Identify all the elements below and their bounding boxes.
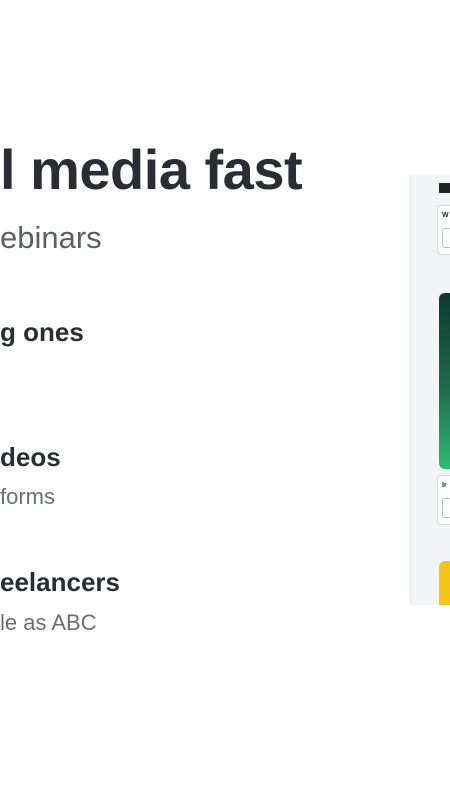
preview-card-input — [442, 228, 450, 248]
feature-3-desc: le as ABC — [0, 610, 97, 635]
preview-video-thumbnail — [439, 293, 450, 469]
preview-card-label: Ir — [442, 482, 447, 489]
preview-card-input — [442, 498, 450, 518]
preview-card: Ir — [437, 475, 450, 525]
feature-2-desc: forms — [0, 484, 55, 509]
preview-card-label: W — [442, 212, 449, 219]
app-preview-mockup: W Ir — [410, 175, 450, 605]
preview-topbar — [439, 183, 450, 193]
preview-card: W — [437, 205, 450, 255]
feature-2-title: deos — [0, 442, 61, 472]
feature-1-title: g ones — [0, 317, 84, 347]
hero-subline: ebinars — [0, 220, 102, 255]
hero-headline: l media fast — [0, 138, 303, 201]
feature-3-title: eelancers — [0, 567, 120, 597]
preview-highlight-block — [439, 561, 450, 605]
